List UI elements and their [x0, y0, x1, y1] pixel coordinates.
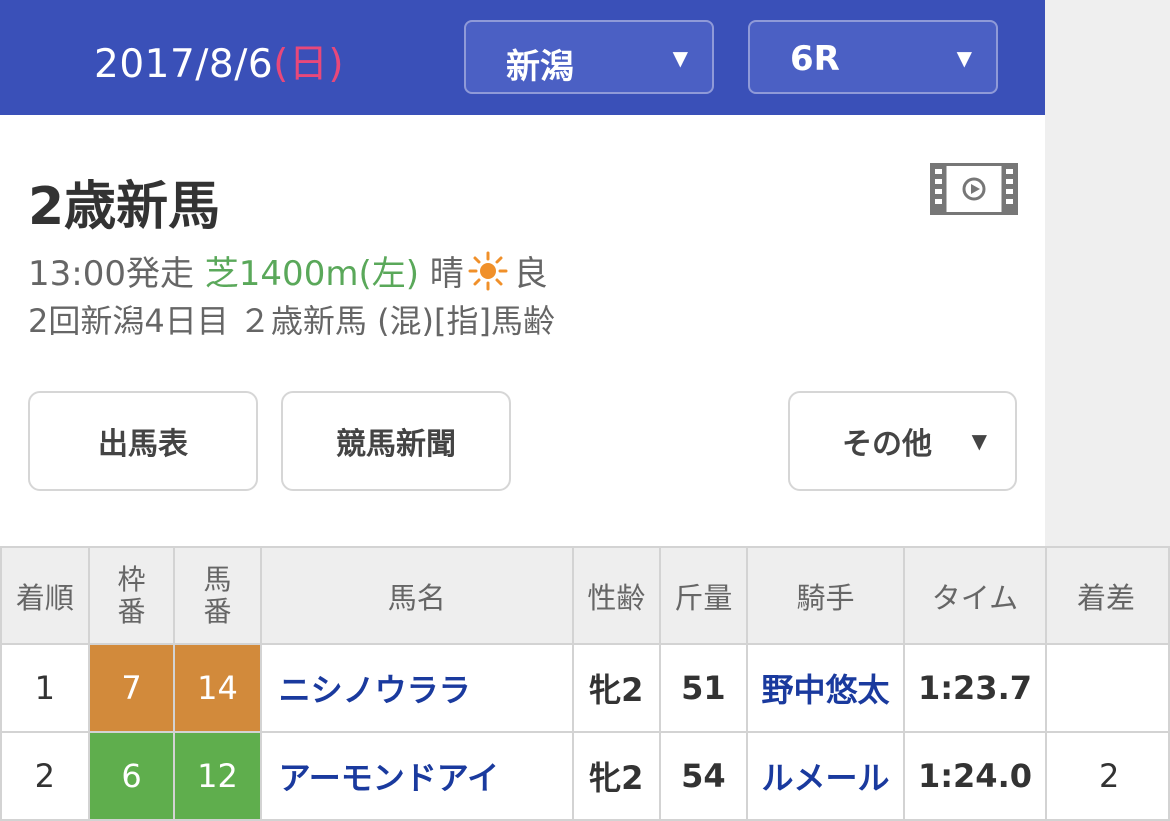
- race-info-line: 13:00発走 芝1400m(左) 晴 良: [28, 246, 548, 300]
- header-rank: 着順: [0, 546, 90, 645]
- umaban-cell: 12: [173, 731, 262, 821]
- weight-cell: 54: [658, 731, 749, 821]
- weight-cell: 51: [658, 643, 749, 733]
- header-umaban: 馬番: [173, 546, 262, 645]
- course-info: 芝1400m(左): [204, 254, 419, 294]
- other-menu-label: その他: [842, 427, 932, 462]
- margin-cell: 2: [1044, 731, 1170, 821]
- margin-cell: [1044, 643, 1170, 733]
- jockey-link[interactable]: 野中悠太: [746, 643, 906, 733]
- sexage-cell: 牝2: [571, 643, 661, 733]
- other-menu-button[interactable]: その他 ▼: [788, 391, 1017, 491]
- jockey-link[interactable]: ルメール: [746, 731, 906, 821]
- header-bar: 2017/8/6(日) 新潟 ▼ 6R ▼: [0, 0, 1045, 115]
- race-select[interactable]: 6R ▼: [748, 20, 998, 94]
- waku-cell: 7: [87, 643, 176, 733]
- rank-cell: 1: [0, 643, 90, 733]
- sun-icon: [468, 251, 508, 300]
- table-header-row: 着順 枠番 馬番 馬名 性齢 斤量 騎手 タイム 着差: [0, 546, 1170, 645]
- rank-cell: 2: [0, 731, 90, 821]
- venue-select[interactable]: 新潟 ▼: [464, 20, 714, 94]
- horse-name-link[interactable]: アーモンドアイ: [259, 731, 574, 821]
- race-select-label: 6R: [790, 39, 840, 79]
- horse-name-link[interactable]: ニシノウララ: [259, 643, 574, 733]
- track-condition: 良: [513, 254, 548, 294]
- weather-text: 晴: [429, 254, 464, 294]
- header-weight: 斤量: [658, 546, 749, 645]
- chevron-down-icon: ▼: [971, 429, 987, 453]
- side-background: [1045, 0, 1170, 546]
- header-margin: 着差: [1044, 546, 1170, 645]
- shinbun-button[interactable]: 競馬新聞: [281, 391, 511, 491]
- time-cell: 1:23.7: [903, 643, 1047, 733]
- time-cell: 1:24.0: [903, 731, 1047, 821]
- race-weekday: (日): [273, 42, 345, 87]
- header-time: タイム: [903, 546, 1047, 645]
- header-waku: 枠番: [87, 546, 176, 645]
- video-icon[interactable]: [930, 163, 1018, 219]
- shutsuba-button[interactable]: 出馬表: [28, 391, 258, 491]
- umaban-cell: 14: [173, 643, 262, 733]
- results-table: 着順 枠番 馬番 馬名 性齢 斤量 騎手 タイム 着差 1 7 14 ニシノウラ…: [0, 546, 1170, 821]
- table-row: 1 7 14 ニシノウララ 牝2 51 野中悠太 1:23.7: [0, 643, 1170, 733]
- header-jockey: 騎手: [746, 546, 906, 645]
- table-row: 2 6 12 アーモンドアイ 牝2 54 ルメール 1:24.0 2: [0, 731, 1170, 821]
- sexage-cell: 牝2: [571, 731, 661, 821]
- race-detail: 2回新潟4日目 ２歳新馬 (混)[指]馬齢: [28, 302, 556, 340]
- start-time: 13:00発走: [28, 254, 194, 294]
- waku-cell: 6: [87, 731, 176, 821]
- race-title: 2歳新馬: [28, 177, 221, 237]
- header-sexage: 性齢: [571, 546, 661, 645]
- chevron-down-icon: ▼: [672, 46, 688, 70]
- chevron-down-icon: ▼: [956, 46, 972, 70]
- header-horse: 馬名: [259, 546, 574, 645]
- venue-select-label: 新潟: [506, 47, 574, 87]
- race-date: 2017/8/6(日): [94, 42, 345, 87]
